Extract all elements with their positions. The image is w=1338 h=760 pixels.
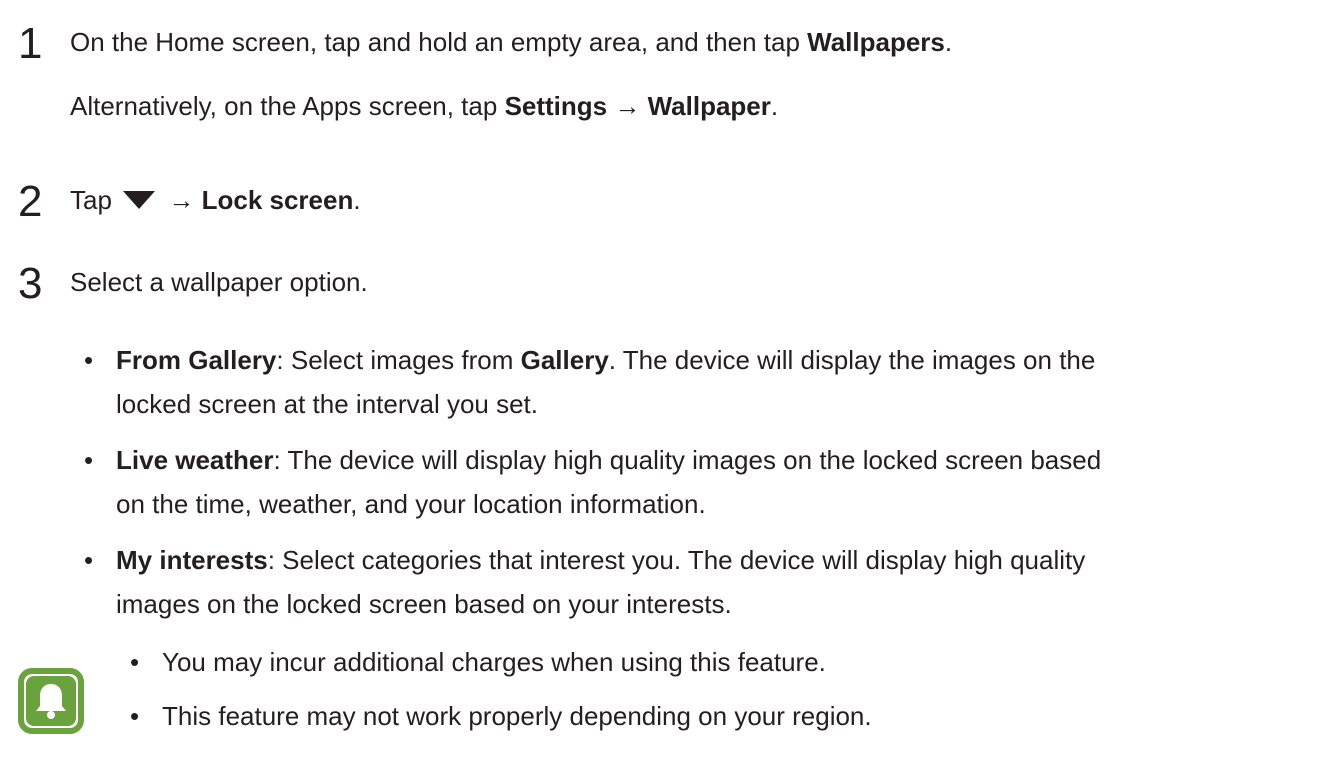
option-text-cont: images on the locked screen based on you… bbox=[116, 589, 732, 619]
step-number: 3 bbox=[18, 259, 43, 308]
bold-term: From Gallery bbox=[116, 345, 277, 375]
text: . bbox=[944, 27, 953, 57]
text: Alternatively, on the Apps screen, tap bbox=[70, 91, 505, 121]
bullet: • bbox=[130, 647, 140, 677]
bold-term: Gallery bbox=[520, 345, 609, 375]
step-2-instruction: Tap → Lock screen. bbox=[70, 180, 361, 220]
text: Tap bbox=[70, 185, 120, 215]
bullet: • bbox=[130, 701, 140, 731]
bold-term: Lock screen bbox=[201, 185, 354, 215]
option-text: Live weather: The device will display hi… bbox=[116, 440, 1101, 480]
step-1-alternative: Alternatively, on the Apps screen, tap S… bbox=[70, 86, 778, 126]
text: On the Home screen, tap and hold an empt… bbox=[70, 27, 808, 57]
text: : Select images from bbox=[276, 345, 521, 375]
text: . The device will display the images on … bbox=[608, 345, 1096, 375]
bullet: • bbox=[84, 545, 94, 575]
text: . bbox=[770, 91, 779, 121]
bullet: • bbox=[84, 345, 94, 375]
arrow: → bbox=[607, 91, 648, 121]
option-text: My interests: Select categories that int… bbox=[116, 540, 1085, 580]
option-text-cont: on the time, weather, and your location … bbox=[116, 489, 706, 519]
text: : The device will display high quality i… bbox=[273, 445, 1102, 475]
bold-term: My interests bbox=[116, 545, 268, 575]
option-text-cont: locked screen at the interval you set. bbox=[116, 389, 539, 419]
option-text: From Gallery: Select images from Gallery… bbox=[116, 340, 1095, 380]
step-number: 1 bbox=[18, 19, 43, 68]
bold-term: Wallpapers bbox=[807, 27, 945, 57]
dropdown-triangle-icon bbox=[123, 191, 156, 210]
bold-term: Wallpaper bbox=[647, 91, 771, 121]
bell-icon bbox=[26, 676, 76, 726]
bell-note-icon bbox=[18, 668, 84, 734]
arrow: → bbox=[161, 185, 202, 215]
step-3-instruction: Select a wallpaper option. bbox=[70, 267, 368, 297]
bold-term: Live weather bbox=[116, 445, 274, 475]
note-text: You may incur additional charges when us… bbox=[162, 647, 826, 677]
note-text: This feature may not work properly depen… bbox=[162, 701, 872, 731]
bold-term: Settings bbox=[504, 91, 608, 121]
bullet: • bbox=[84, 445, 94, 475]
step-1-instruction: On the Home screen, tap and hold an empt… bbox=[70, 22, 952, 62]
step-number: 2 bbox=[18, 177, 43, 226]
text: : Select categories that interest you. T… bbox=[267, 545, 1086, 575]
text: . bbox=[353, 185, 361, 215]
